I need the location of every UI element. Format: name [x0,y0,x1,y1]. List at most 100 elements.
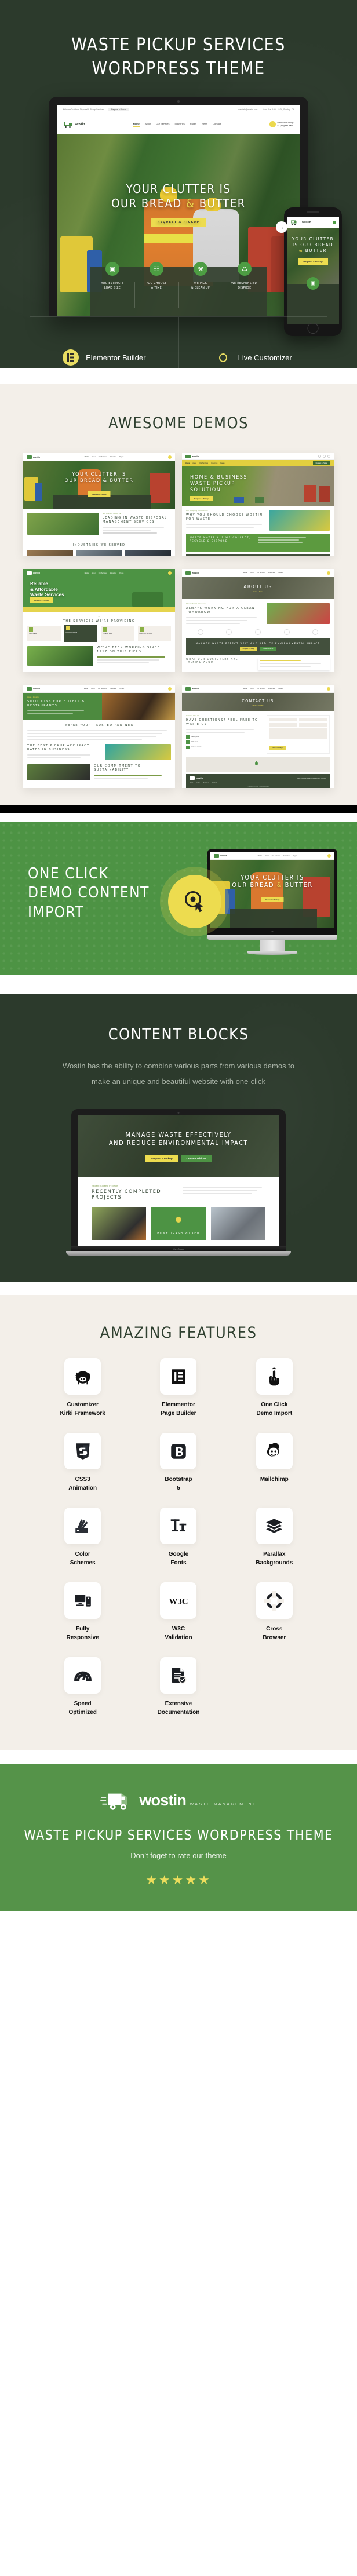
demo2-menu-pages[interactable]: Pages [220,462,224,464]
imac-menu-services[interactable]: Our Services [272,855,280,857]
demo6-field-name[interactable] [269,718,297,721]
demo6-heading: Have Questions? Feel Free to Write Us [186,718,258,726]
demo-card[interactable]: wostin Home About Our Services Industrie… [182,453,334,556]
demo-brand: wostin [192,571,199,574]
mock-feature-4-line1: We Responsibly [231,282,258,285]
demo5-breadcrumb: Home – Industries [27,696,40,698]
mock-menu-item-contact[interactable]: Contact [213,122,221,127]
demo-menu-pages[interactable]: Pages [119,456,123,458]
demo4-menu-industries[interactable]: Industries [268,572,275,574]
demo6-field-email[interactable] [298,718,327,721]
phone-hero-line2a: Our Bread [300,242,334,247]
svg-text:W3C: W3C [169,1597,188,1606]
demo3-menu-home[interactable]: Home [85,572,89,574]
demo3-section-title: The Services We're Providing [63,619,136,623]
carousel-next-arrow-icon[interactable]: → [276,221,287,233]
feature-item: CSS3 Animation [35,1433,130,1493]
demo4-menu-contact[interactable]: Contact [278,572,283,574]
demo-menu-about[interactable]: About [92,456,96,458]
demo2-nav-cta[interactable]: Request a Pickup [312,461,330,465]
mock-menu-item-services[interactable]: Our Services [156,122,169,127]
mock-menu-item-home[interactable]: Home [133,122,140,127]
mock-topbar-pickup-button[interactable]: Request a Pickup [108,107,130,111]
demo6-menu-home[interactable]: Home [243,688,247,689]
demo-card[interactable]: wostin Home About Our Services Industrie… [23,685,175,788]
imac-menu-about[interactable]: About [265,855,269,857]
demo2-hero-line3: Solution [190,487,221,493]
demo-card[interactable]: wostin Home About Our Services Industrie… [182,569,334,672]
demo6-field-phone[interactable] [269,723,297,727]
demo5-heading2: The Best Pickup Accuracy Rates in Busine… [27,743,90,751]
demo3-menu-pages[interactable]: Pages [119,572,123,574]
phone-cta-button[interactable]: Request a Pickup [298,258,328,265]
one-click-import-section: One Click Demo Content Import wostin Hom… [0,822,357,975]
rating-stars[interactable]: ★★★★★ [0,1860,357,1888]
cb-heading: Recently Completed Projects [92,1189,162,1201]
demo6-menu-services[interactable]: Our Services [257,688,265,689]
imac-menu-home[interactable]: Home [258,855,262,857]
demo2-menu-industries[interactable]: Industries [211,462,217,464]
demo2-cta[interactable]: Request a Pickup [190,496,213,501]
demo4-cta-btn1[interactable]: Request a Pickup [239,647,258,651]
cb-btn-contact[interactable]: Contact With us [181,1154,212,1162]
mock-logo[interactable]: wostin [63,121,85,128]
imac-menu-pages[interactable]: Pages [293,855,297,857]
phone-hero-line2b: Butter [303,248,327,253]
mock-menu-item-news[interactable]: News [202,122,207,127]
demo-card[interactable]: wostin Home About Our Services Industrie… [182,685,334,788]
demo6-submit[interactable]: Send a Message [269,746,286,750]
demo4-menu-services[interactable]: Our Services [257,572,265,574]
demo-menu-services[interactable]: Our Services [99,456,107,458]
mock-topbar-email[interactable]: needhelp@wostin.com [238,108,257,111]
demo5-menu-services[interactable]: Our Services [98,688,107,689]
demo4-testimonial-heading: What Our Customers Are Talking About [186,658,238,665]
mock-hero-banner: Your Clutter is Our Bread & Butter Reque… [57,134,300,316]
imac-cta[interactable]: Request a Pickup [261,897,284,902]
phone-hero-amp: & [298,248,303,253]
feature-label-l1: Extensive [165,1701,192,1707]
demo-card[interactable]: wostin Home About Our Services Industrie… [23,453,175,556]
demo4-menu-about[interactable]: About [250,572,254,574]
demo6-menu-contact[interactable]: Contact [278,688,283,689]
layers-icon [266,1518,283,1533]
cb-eyebrow: Recent Closed Projects [92,1185,119,1188]
hamburger-menu-icon[interactable] [333,221,336,224]
demo-card[interactable]: wostin Home About Our Services Industrie… [23,569,175,672]
demo2-menu-about[interactable]: About [192,462,196,464]
demo3-cta[interactable]: Request a Pickup [30,597,53,603]
mock-menu-item-about[interactable]: About [145,122,151,127]
mock-topbar-hours: Mon - Sat 8:00 - 18:00, Sunday - Off [263,108,294,111]
demo1-cta[interactable]: Request a Pickup [88,491,111,497]
demo2-heading: Why you Should Choose Wostin for Waste [186,513,263,521]
mock-phone-block[interactable]: Have Waste Pickup? +1-(246) 333-0000 [269,121,294,127]
demo5-menu-contact[interactable]: Contact [119,688,124,689]
imac-menu-industries[interactable]: Industries [283,855,290,857]
imac-brand: wostin [220,855,228,857]
demo3-menu-services[interactable]: Our Services [99,572,107,574]
demo-brand: wostin [192,455,199,458]
demo6-footer-tagline: Waste Disposal Management & Pickup Servi… [296,777,326,779]
demo4-menu-home[interactable]: Home [243,572,247,574]
demo6-menu-about[interactable]: About [250,688,254,689]
demo4-cta-btn2[interactable]: Contact With us [260,647,276,651]
demo-menu-industries[interactable]: Industries [110,456,116,458]
demo5-menu-about[interactable]: About [91,688,95,689]
demo6-field-message[interactable] [269,728,327,739]
mock-hero-line-2a: Our Bread [111,196,186,210]
mock-menu-item-industries[interactable]: Industries [174,122,184,127]
demo3-menu-industries[interactable]: Industries [110,572,116,574]
demo2-menu-home[interactable]: Home [185,462,190,464]
demo6-menu-industries[interactable]: Industries [268,688,275,689]
demo5-menu-home[interactable]: Home [84,688,88,689]
demo-menu-home[interactable]: Home [85,456,89,458]
section-divider-white [0,1750,357,1764]
demo2-menu-services[interactable]: Our Services [199,462,208,464]
demo5-menu-industries[interactable]: Industries [110,688,116,689]
cb-btn-pickup[interactable]: Request a Pickup [145,1154,178,1162]
one-click-line-2: Demo Content [28,884,150,902]
demo6-field-subject[interactable] [298,723,327,727]
mock-menu-item-pages[interactable]: Pages [190,122,196,127]
phone-icon [167,455,172,459]
demo3-menu-about[interactable]: About [92,572,96,574]
mock-hero-cta-button[interactable]: Request a Pickup [150,218,207,228]
